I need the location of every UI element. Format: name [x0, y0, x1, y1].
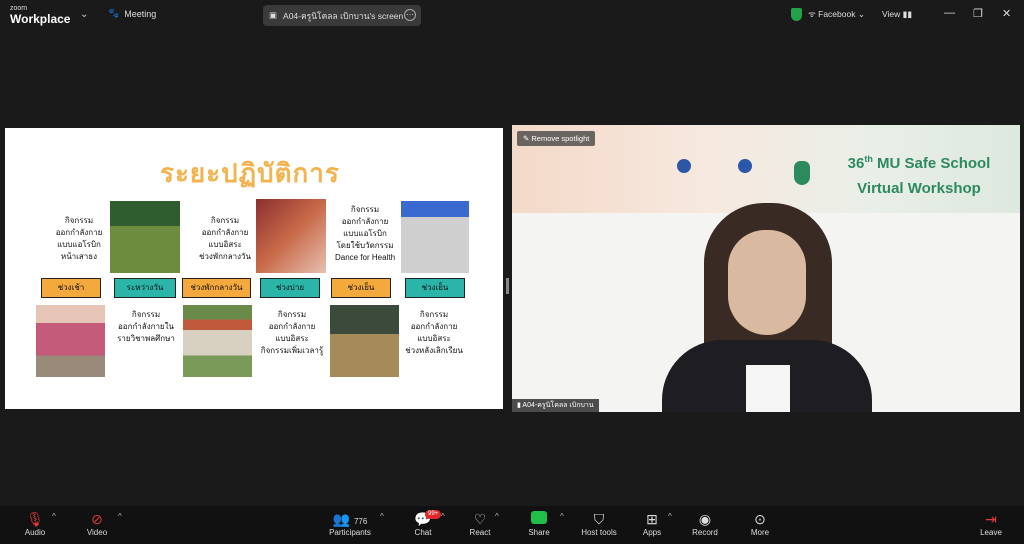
activity-text-morning: กิจกรรม ออกกำลังกาย แบบแอโรบิก หน้าเสาธง: [55, 216, 103, 261]
activity-photo: [256, 199, 326, 273]
restore-icon[interactable]: ❐: [973, 7, 983, 20]
activity-text-free: กิจกรรม ออกกำลังกาย แบบอิสระ กิจกรรมเพิ่…: [260, 310, 324, 355]
activity-text-evening: กิจกรรม ออกกำลังกาย แบบแอโรบิก โดยใช้บวั…: [334, 205, 396, 262]
host-tools-button[interactable]: ⛉ Host tools: [569, 510, 629, 537]
share-label: Share: [528, 528, 550, 537]
audio-button[interactable]: 🎙 Audio: [5, 510, 65, 537]
activity-text-pe: กิจกรรม ออกกำลังกายใน รายวิชาพลศึกษา: [117, 310, 175, 343]
facebook-label: Facebook: [818, 9, 856, 19]
react-options-caret[interactable]: ^: [495, 512, 499, 521]
chat-label: Chat: [414, 528, 432, 537]
slide-title: ระยะปฏิบัติการ: [160, 159, 340, 189]
more-button[interactable]: ⊙ More: [730, 510, 790, 537]
activity-text-noon: กิจกรรม ออกกำลังกาย แบบอิสระ ช่วงพักกลาง…: [198, 216, 252, 261]
workshop-number: 36: [847, 155, 865, 172]
more-label: More: [750, 528, 770, 537]
more-icon: ⊙: [754, 511, 766, 527]
chevron-down-icon[interactable]: ⌄: [80, 9, 88, 20]
university-logo: [677, 159, 691, 173]
university-logo: [738, 159, 752, 173]
record-icon: ◉: [698, 511, 712, 527]
react-label: React: [469, 528, 491, 537]
period-label-evening: ช่วงเย็น: [331, 278, 391, 298]
view-button[interactable]: View ▮▮: [882, 9, 912, 20]
live-signal-icon: ᯤ: [808, 9, 819, 19]
period-label-morning: ช่วงเช้า: [41, 278, 101, 298]
video-label: Video: [86, 528, 108, 537]
top-bar: zoom Workplace ⌄ 🐾 Meeting ▣ A04-ครูนิโค…: [0, 0, 1024, 30]
activity-text-after-school: กิจกรรม ออกกำลังกาย แบบอิสระ ช่วงหลังเลิ…: [405, 310, 463, 355]
host-tools-label: Host tools: [581, 528, 617, 537]
audio-label: Audio: [24, 528, 46, 537]
participants-button[interactable]: 👥 776 Participants: [320, 510, 380, 537]
participant-name-badge: ▮ A04-ครูนิโคลล เบิกบาน: [512, 399, 599, 412]
workshop-title: 36th MU Safe School Virtual Workshop: [834, 147, 1004, 201]
workshop-sup: th: [864, 154, 873, 164]
split-resize-handle[interactable]: [506, 278, 509, 294]
chat-options-caret[interactable]: ^: [441, 512, 445, 521]
leave-label: Leave: [980, 528, 1002, 537]
leave-icon: ⇥: [985, 511, 997, 527]
leave-button[interactable]: ⇥ Leave: [961, 510, 1021, 537]
period-label-afternoon: ช่วงบ่าย: [260, 278, 320, 298]
remove-spotlight-button[interactable]: ✎ Remove spotlight: [517, 131, 596, 146]
share-options-caret[interactable]: ^: [560, 512, 564, 521]
audio-options-caret[interactable]: ^: [52, 512, 56, 521]
speaker-shirt: [746, 365, 790, 412]
video-options-caret[interactable]: ^: [118, 512, 122, 521]
apps-label: Apps: [642, 528, 662, 537]
participants-count: 776: [353, 517, 368, 526]
minimize-icon[interactable]: —: [944, 7, 955, 19]
period-label-lunch: ช่วงพักกลางวัน: [182, 278, 251, 298]
screen-share-label: A04-ครูนิโคลล เบิกบาน's screen: [283, 10, 404, 21]
chat-unread-badge: 99+: [425, 510, 442, 519]
workshop-line2: Virtual Workshop: [857, 180, 981, 197]
participants-options-caret[interactable]: ^: [380, 512, 384, 521]
participants-icon: 👥 776: [332, 511, 368, 527]
apps-icon: ⊞: [646, 511, 658, 527]
screen-share-indicator[interactable]: ▣ A04-ครูนิโคลล เบิกบาน's screen ⋯: [263, 5, 421, 26]
activity-photo: [183, 305, 252, 377]
heart-icon: ♡: [473, 511, 487, 527]
period-label-daytime: ระหว่างวัน: [114, 278, 176, 298]
activity-photo: [330, 305, 399, 377]
workshop-line1: MU Safe School: [872, 155, 991, 172]
apps-button[interactable]: ⊞ Apps: [622, 510, 682, 537]
participants-label: Participants: [329, 528, 371, 537]
remove-spotlight-label: Remove spotlight: [531, 134, 590, 143]
record-button[interactable]: ◉ Record: [675, 510, 735, 537]
facebook-live-button[interactable]: ᯤ Facebook ⌄: [808, 9, 865, 20]
close-icon[interactable]: ✕: [1002, 7, 1011, 20]
speaker-face: [728, 230, 806, 335]
mu-safe-school-logo: [794, 161, 810, 185]
react-button[interactable]: ♡ React: [450, 510, 510, 537]
shared-slide: ระยะปฏิบัติการ กิจกรรม ออกกำลังกาย แบบแอ…: [5, 128, 503, 409]
university-logo-caption: ​: [654, 177, 714, 182]
more-options-icon[interactable]: ⋯: [404, 9, 416, 21]
participant-name: A04-ครูนิโคลล เบิกบาน: [522, 402, 594, 409]
brand-big: Workplace: [10, 12, 71, 26]
zoom-logo: zoom Workplace: [10, 4, 71, 26]
mic-muted-icon: 🎙: [26, 511, 44, 527]
period-label-evening-2: ช่วงเย็น: [405, 278, 465, 298]
speaker-video: ​ 36th MU Safe School Virtual Workshop ✎…: [512, 125, 1020, 412]
screen-icon: ▣: [269, 10, 278, 20]
record-label: Record: [692, 528, 718, 537]
activity-photo: [110, 201, 180, 273]
apps-options-caret[interactable]: ^: [668, 512, 672, 521]
security-shield-icon[interactable]: [791, 8, 802, 21]
meeting-button[interactable]: 🐾 Meeting: [108, 8, 156, 19]
paw-icon: 🐾: [108, 8, 120, 18]
view-label: View: [882, 9, 901, 19]
meeting-label: Meeting: [124, 8, 157, 19]
meeting-toolbar: 🎙 Audio ^ ⊘ Video ^ 👥 776 Participants ^…: [0, 506, 1024, 544]
activity-photo: [401, 201, 469, 273]
activity-photo: [36, 305, 105, 377]
shield-icon: ⛉: [593, 511, 605, 527]
